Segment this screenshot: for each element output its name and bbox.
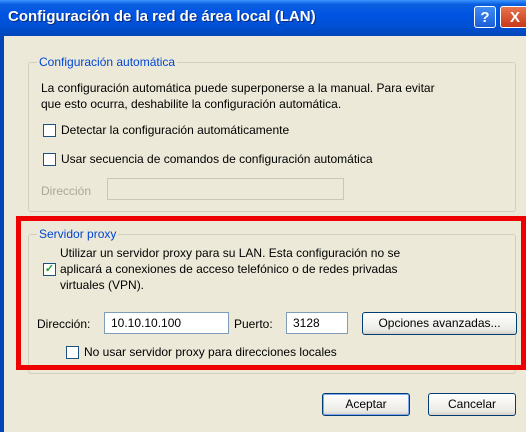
cancel-button[interactable]: Cancelar — [428, 393, 516, 416]
title-bar: Configuración de la red de área local (L… — [0, 0, 526, 36]
highlight-box — [16, 216, 526, 370]
auto-script-checkbox[interactable] — [43, 153, 56, 166]
detect-auto-label[interactable]: Detectar la configuración automáticament… — [61, 122, 289, 138]
auto-script-address-label: Dirección — [41, 184, 92, 198]
close-button[interactable]: X — [500, 6, 526, 28]
auto-script-label[interactable]: Usar secuencia de comandos de configurac… — [61, 151, 373, 167]
help-button[interactable]: ? — [474, 6, 496, 28]
auto-config-legend: Configuración automática — [37, 55, 178, 69]
ok-button[interactable]: Aceptar — [322, 393, 410, 416]
detect-auto-checkbox[interactable] — [43, 124, 56, 137]
auto-script-address-input[interactable] — [107, 178, 344, 200]
auto-config-description-line2: que esto ocurra, deshabilite la configur… — [41, 97, 342, 111]
auto-config-description-line1: La configuración automática puede superp… — [41, 81, 435, 95]
window-title: Configuración de la red de área local (L… — [8, 8, 316, 25]
window-frame — [0, 36, 4, 432]
